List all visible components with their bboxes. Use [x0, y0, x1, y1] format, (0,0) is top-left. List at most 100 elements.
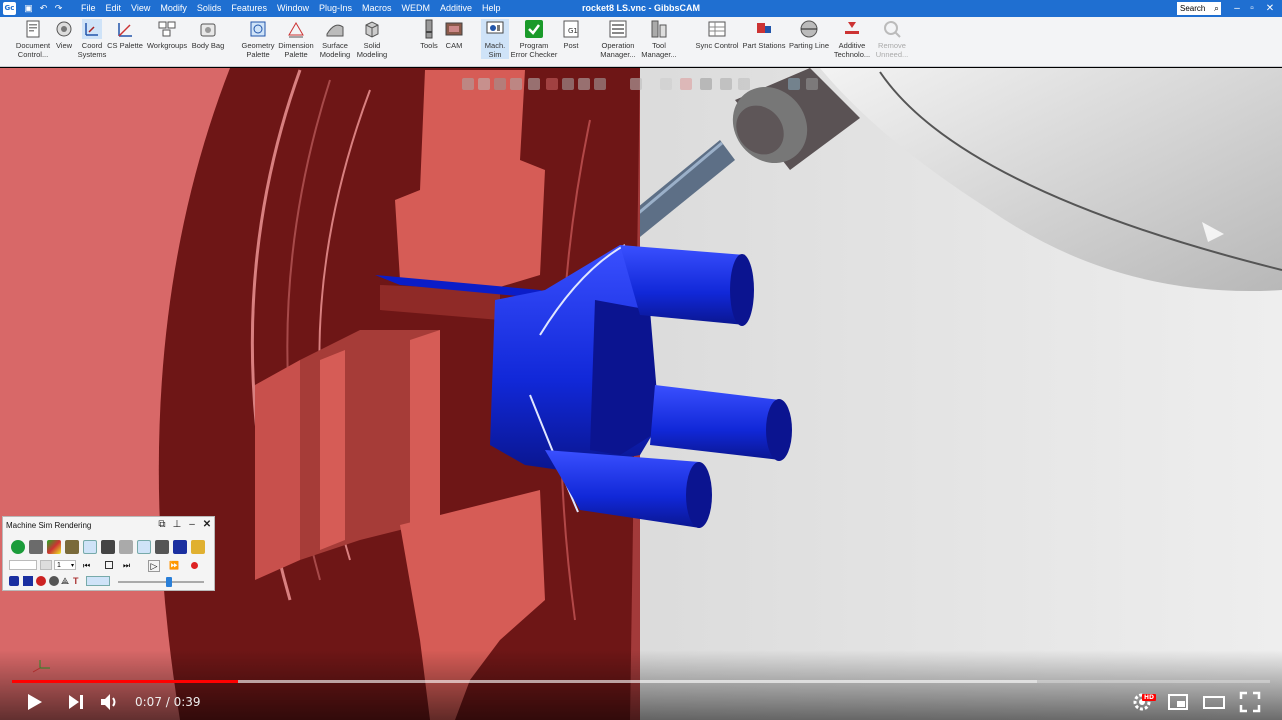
play-button[interactable] [22, 690, 46, 714]
fast-forward-icon[interactable]: ⏩ [169, 561, 179, 571]
solid-view-icon[interactable] [173, 540, 187, 554]
record-icon[interactable] [191, 562, 198, 569]
speed-slider-track[interactable] [118, 577, 204, 587]
menu-window[interactable]: Window [272, 0, 314, 17]
wireframe-icon[interactable] [478, 78, 490, 90]
camera-icon[interactable] [806, 78, 818, 90]
theater-mode-button[interactable] [1202, 690, 1226, 714]
menu-features[interactable]: Features [226, 0, 272, 17]
progress-bar[interactable] [12, 680, 1270, 683]
step-spinner[interactable] [40, 560, 52, 570]
gibbscam-app-icon[interactable]: Gc [3, 2, 16, 15]
menu-solids[interactable]: Solids [192, 0, 227, 17]
refresh-icon[interactable] [11, 540, 25, 554]
rewind-icon[interactable]: ⏮ [83, 561, 93, 571]
material-icon[interactable] [562, 78, 574, 90]
maximize-icon[interactable]: ▫ [1244, 0, 1260, 17]
play-icon[interactable]: ▷ [148, 560, 160, 572]
menu-additive[interactable]: Additive [435, 0, 477, 17]
display-axis-icon[interactable]: ⟁ [61, 576, 71, 586]
list-icon[interactable] [119, 540, 133, 554]
body-bag-button[interactable]: Body Bag [190, 19, 226, 51]
dock-icon[interactable]: ⧉ [156, 519, 168, 531]
menu-plug-ins[interactable]: Plug-Ins [314, 0, 357, 17]
menu-wedm[interactable]: WEDM [397, 0, 436, 17]
step-field[interactable] [9, 560, 37, 570]
rotate-icon[interactable] [528, 78, 540, 90]
close-icon[interactable]: ✕ [1262, 0, 1278, 17]
display-part-icon[interactable] [9, 576, 19, 586]
display-tool-icon[interactable]: T [73, 576, 83, 586]
menu-edit[interactable]: Edit [101, 0, 127, 17]
sync-control-button[interactable]: Sync Control [694, 19, 740, 51]
post-button[interactable]: G1 Post [558, 19, 584, 51]
part-stations-button[interactable]: Part Stations [740, 19, 788, 51]
hidden-line-icon[interactable] [494, 78, 506, 90]
cam-button[interactable]: CAM [441, 19, 467, 51]
view-side-icon[interactable] [680, 78, 692, 90]
fit-icon[interactable] [720, 78, 732, 90]
display-machine-icon[interactable] [49, 576, 59, 586]
menu-macros[interactable]: Macros [357, 0, 397, 17]
surface-modeling-button[interactable]: Surface Modeling [316, 19, 354, 59]
save-icon[interactable]: ▣ [22, 2, 35, 15]
search-box[interactable]: Search ⌕ [1177, 2, 1221, 15]
workgroups-button[interactable]: Workgroups [144, 19, 190, 51]
toolpath-check-icon[interactable] [83, 540, 97, 554]
view-iso-icon[interactable] [700, 78, 712, 90]
next-button[interactable] [64, 690, 88, 714]
lock-icon[interactable] [101, 540, 115, 554]
stop-icon[interactable] [105, 561, 113, 569]
parting-line-button[interactable]: Parting Line [787, 19, 831, 51]
machine-sim-button[interactable]: Mach. Sim [481, 19, 509, 59]
display-fixture-icon[interactable] [36, 576, 46, 586]
gear-icon[interactable] [155, 540, 169, 554]
display-path-icon[interactable] [86, 576, 110, 586]
menu-modify[interactable]: Modify [155, 0, 192, 17]
step-forward-icon[interactable]: ⏭ [123, 561, 133, 571]
minimize-panel-icon[interactable]: – [186, 519, 198, 531]
menu-help[interactable]: Help [477, 0, 506, 17]
menu-view[interactable]: View [126, 0, 155, 17]
open-folder-icon[interactable] [191, 540, 205, 554]
close-panel-icon[interactable]: ✕ [201, 519, 213, 531]
view-top-icon[interactable] [660, 78, 672, 90]
lighting-icon[interactable] [788, 78, 800, 90]
render-icon[interactable] [546, 78, 558, 90]
additive-technology-button[interactable]: Additive Technolo... [831, 19, 873, 59]
search-icon[interactable]: ⌕ [1214, 2, 1219, 15]
operation-manager-button[interactable]: Operation Manager... [597, 19, 639, 59]
display-stock-icon[interactable] [23, 576, 33, 586]
miniplayer-button[interactable] [1166, 690, 1190, 714]
split-view-icon[interactable] [137, 540, 151, 554]
document-control-button[interactable]: Document Control... [12, 19, 54, 59]
tool-manager-button[interactable]: Tool Manager... [638, 19, 680, 59]
zoom-icon[interactable] [510, 78, 522, 90]
pin-icon[interactable]: ⊥ [171, 519, 183, 531]
pan-icon[interactable] [738, 78, 750, 90]
fullscreen-button[interactable] [1238, 690, 1262, 714]
view-button[interactable]: View [52, 19, 76, 51]
volume-button[interactable] [98, 690, 122, 714]
stock-icon[interactable] [29, 540, 43, 554]
solid-modeling-button[interactable]: Solid Modeling [354, 19, 390, 59]
color-map-icon[interactable] [47, 540, 61, 554]
minimize-icon[interactable]: – [1229, 0, 1245, 17]
undo-icon[interactable]: ↶ [37, 2, 50, 15]
coord-systems-button[interactable]: Coord Systems [77, 19, 107, 59]
redo-icon[interactable]: ↷ [52, 2, 65, 15]
machine-sim-viewport[interactable] [0, 68, 1282, 720]
program-error-checker-button[interactable]: Program Error Checker [508, 19, 560, 59]
tools-button[interactable]: Tools [416, 19, 442, 51]
layer-icon[interactable] [594, 78, 606, 90]
view-front-icon[interactable] [630, 78, 642, 90]
section-icon[interactable] [578, 78, 590, 90]
speed-slider-thumb[interactable] [166, 577, 172, 587]
cs-palette-button[interactable]: CS Palette [106, 19, 144, 51]
speed-select[interactable]: 1 ▾ [54, 560, 76, 570]
menu-file[interactable]: File [76, 0, 101, 17]
dimension-palette-button[interactable]: Dimension Palette [277, 19, 315, 59]
geometry-palette-button[interactable]: Geometry Palette [239, 19, 277, 59]
shaded-view-icon[interactable] [462, 78, 474, 90]
fixture-icon[interactable] [65, 540, 79, 554]
